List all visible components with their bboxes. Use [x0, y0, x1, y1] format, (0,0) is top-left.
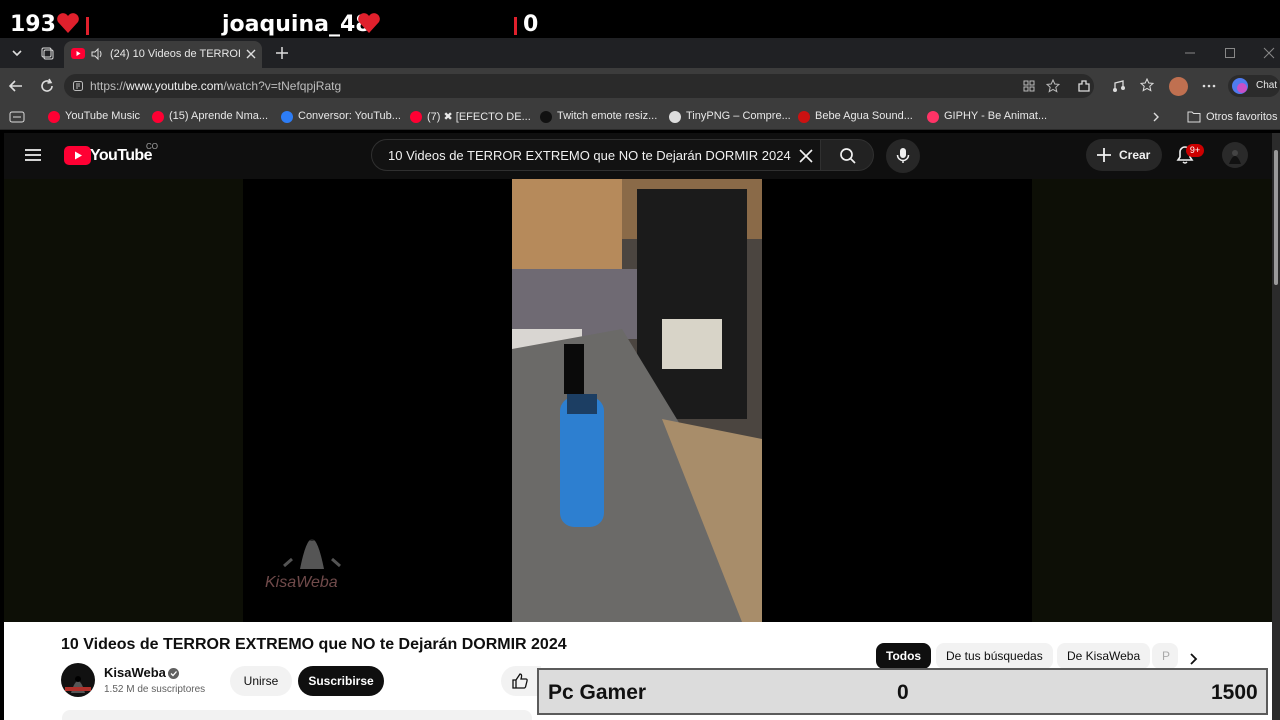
create-label: Crear: [1119, 148, 1151, 162]
chips-next-chevron-icon[interactable]: [1186, 652, 1200, 666]
watermark-text: KisaWeba: [265, 574, 338, 591]
stream-overlay-top: 193 joaquina_48 0: [0, 0, 1280, 38]
bookmark-item[interactable]: Twitch emote resiz...: [557, 110, 657, 122]
bookmark-favicon-icon: [798, 111, 810, 123]
menu-icon[interactable]: [24, 147, 42, 163]
top-username: joaquina_48: [222, 12, 371, 37]
bookmark-favicon-icon: [669, 111, 681, 123]
favorite-star-icon[interactable]: [1046, 79, 1060, 93]
youtube-favicon-icon: [71, 48, 85, 59]
heart-icon: [358, 13, 380, 34]
plus-icon: [1097, 148, 1111, 162]
tab-title: (24) 10 Videos de TERROR EXTREMO que NO …: [110, 48, 240, 60]
join-button[interactable]: Unirse: [230, 666, 292, 696]
bookmark-item[interactable]: (15) Aprende Nma...: [169, 110, 268, 122]
top-counter: 0: [523, 12, 539, 37]
tab-list-chevron-icon[interactable]: [9, 45, 25, 61]
clear-search-icon[interactable]: [799, 149, 813, 163]
create-button[interactable]: Crear: [1086, 139, 1162, 171]
search-button[interactable]: [820, 139, 874, 171]
divider: [514, 17, 517, 35]
bookmark-favicon-icon: [281, 111, 293, 123]
youtube-logo[interactable]: YouTube CO: [64, 142, 164, 168]
microphone-icon: [896, 148, 910, 163]
filter-chip[interactable]: De KisaWeba: [1057, 643, 1151, 669]
video-scene-image: [512, 179, 762, 622]
site-info-icon[interactable]: [72, 80, 84, 92]
other-favorites[interactable]: Otros favoritos: [1206, 111, 1278, 123]
url-text: https://www.youtube.com/watch?v=tNefqpjR…: [90, 79, 342, 93]
filter-chip[interactable]: Todos: [876, 643, 932, 669]
channel-watermark: KisaWeba: [262, 514, 362, 594]
bookmark-item[interactable]: YouTube Music: [65, 110, 140, 122]
voice-search-button[interactable]: [886, 139, 920, 173]
scrollbar-thumb[interactable]: [1274, 150, 1278, 285]
likes-count: 193: [10, 12, 56, 37]
hooded-avatar-icon: [1229, 150, 1241, 164]
channel-logo-icon: [65, 676, 91, 693]
description-box[interactable]: [62, 710, 532, 720]
profile-avatar[interactable]: [1169, 77, 1188, 96]
favorites-icon[interactable]: [1140, 78, 1156, 94]
goal-current: 0: [897, 681, 909, 704]
filter-chip[interactable]: P: [1152, 643, 1178, 669]
bookmark-favicon-icon: [152, 111, 164, 123]
speaker-icon[interactable]: [90, 47, 104, 61]
filter-chip[interactable]: De tus búsquedas: [936, 643, 1053, 669]
address-bar[interactable]: https://www.youtube.com/watch?v=tNefqpjR…: [64, 74, 1094, 98]
maximize-icon[interactable]: [1224, 47, 1236, 59]
copilot-icon: [1232, 78, 1248, 94]
media-control-icon[interactable]: [1111, 78, 1127, 94]
goal-label: Pc Gamer: [548, 681, 647, 704]
country-code: CO: [146, 142, 158, 151]
subscribe-button[interactable]: Suscribirse: [298, 666, 384, 696]
bookmark-favicon-icon: [540, 111, 552, 123]
chat-label: Chat: [1256, 80, 1278, 91]
bookmarks-overflow-chevron-icon[interactable]: [1150, 111, 1162, 123]
youtube-logo-text: YouTube: [90, 147, 152, 164]
video-frame: [512, 179, 762, 622]
refresh-icon[interactable]: [39, 78, 55, 94]
account-avatar[interactable]: [1222, 142, 1248, 168]
youtube-logo-icon: [64, 146, 91, 165]
app-available-icon[interactable]: [1022, 79, 1036, 93]
like-button[interactable]: [501, 666, 541, 696]
divider: [86, 17, 89, 35]
notification-badge: 9+: [1186, 144, 1204, 157]
bookmark-item[interactable]: Bebe Agua Sound...: [815, 110, 913, 122]
close-tab-icon[interactable]: [246, 49, 256, 59]
close-window-icon[interactable]: [1263, 47, 1275, 59]
pc-gamer-goal-overlay: Pc Gamer 0 1500: [537, 668, 1268, 715]
verified-icon: [168, 668, 179, 679]
minimize-icon[interactable]: [1184, 47, 1196, 59]
more-options-icon[interactable]: [1201, 78, 1217, 94]
bookmark-item[interactable]: (7) ✖ [EFECTO DE...: [427, 110, 531, 123]
folder-icon: [1187, 111, 1201, 123]
copilot-chat-button[interactable]: Chat: [1228, 75, 1280, 97]
bookmark-item[interactable]: TinyPNG – Compre...: [686, 110, 791, 122]
bookmark-favicon-icon: [48, 111, 60, 123]
channel-avatar[interactable]: [61, 663, 95, 697]
screen: 193 joaquina_48 0 (24) 10 Videos de TERR…: [0, 0, 1280, 720]
bookmark-item[interactable]: GIPHY - Be Animat...: [944, 110, 1047, 122]
back-icon[interactable]: [8, 78, 24, 94]
channel-subscribers: 1.52 M de suscriptores: [104, 684, 206, 695]
video-title: 10 Videos de TERROR EXTREMO que NO te De…: [61, 636, 567, 653]
thumbs-up-icon: [512, 673, 528, 689]
search-input[interactable]: 10 Videos de TERROR EXTREMO que NO te De…: [371, 139, 821, 171]
channel-name[interactable]: KisaWeba: [104, 665, 166, 680]
heart-icon: [57, 13, 79, 34]
search-icon: [840, 148, 856, 164]
reading-list-icon[interactable]: [9, 110, 25, 124]
bookmark-item[interactable]: Conversor: YouTub...: [298, 110, 401, 122]
goal-target: 1500: [1211, 681, 1258, 704]
tab-youtube[interactable]: (24) 10 Videos de TERROR EXTREMO que NO …: [64, 41, 262, 68]
extensions-icon[interactable]: [1076, 78, 1092, 94]
search-value: 10 Videos de TERROR EXTREMO que NO te De…: [388, 148, 791, 163]
workspaces-icon[interactable]: [39, 45, 55, 61]
new-tab-icon[interactable]: [274, 45, 290, 61]
bookmark-favicon-icon: [410, 111, 422, 123]
bookmark-favicon-icon: [927, 111, 939, 123]
hooded-figure-logo: [283, 531, 341, 569]
